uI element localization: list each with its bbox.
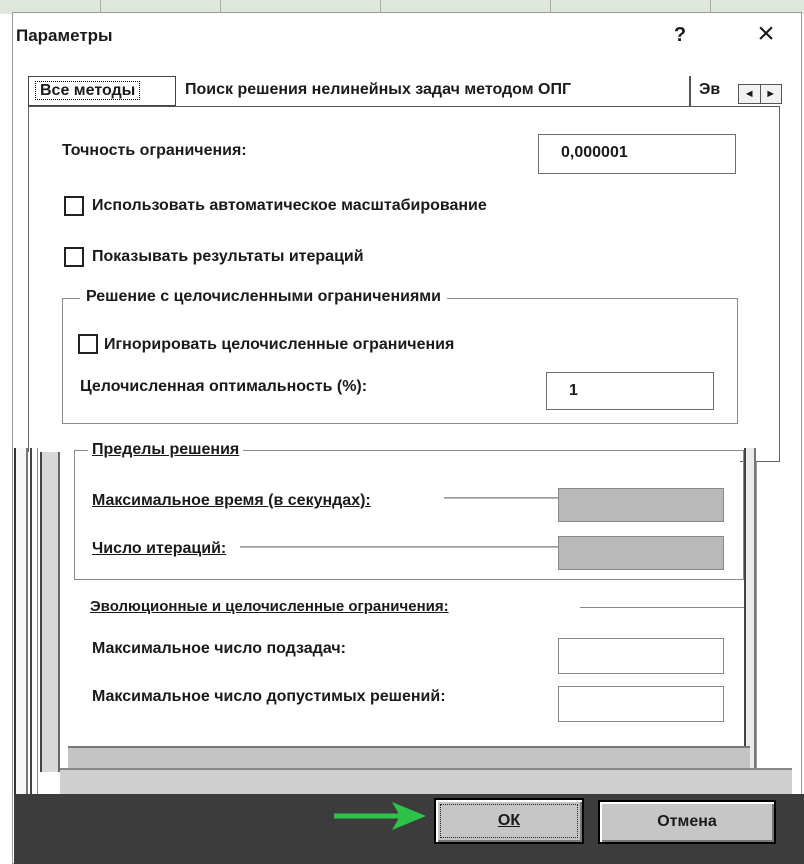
ok-button[interactable]: ОК [434, 798, 584, 844]
constraint-precision-label: Точность ограничения: [62, 142, 247, 159]
integer-optimality-label: Целочисленная оптимальность (%): [80, 378, 368, 395]
cancel-button[interactable]: Отмена [598, 800, 776, 844]
tab-all-methods-label: Все методы [35, 81, 141, 100]
render-artifact-edge [40, 452, 60, 772]
render-artifact-edge [744, 448, 756, 768]
max-feasible-solutions-label: Максимальное число допустимых решений: [92, 688, 446, 705]
group-divider [580, 607, 746, 608]
iterations-input[interactable] [558, 536, 724, 570]
tab-scroll-buttons: ◄ ► [738, 84, 782, 104]
render-artifact-line [444, 497, 560, 499]
constraint-precision-input[interactable]: 0,000001 [538, 134, 736, 174]
show-iterations-label[interactable]: Показывать результаты итераций [92, 248, 364, 266]
render-artifact-stripe [60, 768, 792, 794]
auto-scaling-checkbox[interactable] [64, 196, 84, 216]
dialog-title: Параметры [16, 26, 113, 45]
integer-optimality-input[interactable]: 1 [546, 372, 714, 410]
max-subproblems-label: Максимальное число подзадач: [92, 640, 346, 657]
solving-limits-group-title: Пределы решения [88, 441, 244, 459]
render-artifact-line [240, 546, 558, 548]
show-iterations-checkbox[interactable] [64, 247, 84, 267]
close-button[interactable]: × [750, 18, 782, 50]
max-subproblems-input[interactable] [558, 638, 724, 674]
help-button[interactable]: ? [668, 22, 692, 48]
tab-scroll-right-icon[interactable]: ► [759, 85, 782, 103]
ignore-integer-checkbox[interactable] [78, 334, 98, 354]
ignore-integer-label[interactable]: Игнорировать целочисленные ограничения [104, 336, 454, 354]
auto-scaling-label[interactable]: Использовать автоматическое масштабирова… [92, 197, 487, 215]
tab-evolutionary[interactable]: Эв [690, 76, 740, 106]
tab-all-methods[interactable]: Все методы [28, 76, 176, 106]
green-arrow-icon [334, 802, 426, 830]
tab-grg-nonlinear[interactable]: Поиск решения нелинейных задач методом О… [177, 76, 690, 106]
render-artifact-edge [30, 448, 38, 798]
evolutionary-constraints-title: Эволюционные и целочисленные ограничения… [90, 598, 453, 615]
render-artifact-area [756, 462, 786, 792]
render-artifact-stripe [68, 746, 750, 768]
tab-scroll-left-icon[interactable]: ◄ [739, 85, 760, 103]
max-time-label: Максимальное время (в секундах): [92, 492, 371, 509]
max-time-input[interactable] [558, 488, 724, 522]
integer-constraints-group-title: Решение с целочисленными ограничениями [80, 288, 447, 306]
max-feasible-solutions-input[interactable] [558, 686, 724, 722]
iterations-label: Число итераций: [92, 540, 227, 557]
